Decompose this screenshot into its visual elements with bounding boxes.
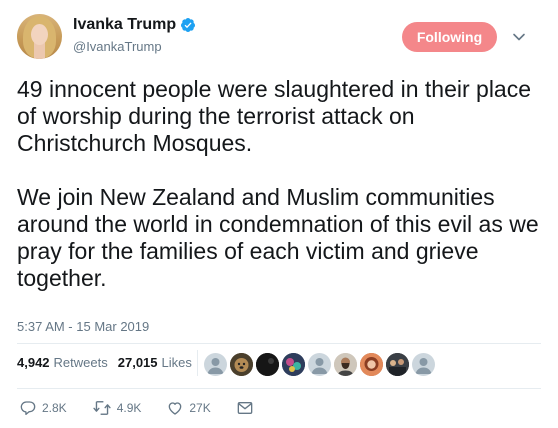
liker-avatar[interactable] [386, 353, 409, 376]
divider-top [17, 343, 541, 344]
name-row: Ivanka Trump [73, 16, 196, 34]
user-handle[interactable]: @IvankaTrump [73, 39, 162, 54]
liker-avatar[interactable] [308, 353, 331, 376]
heart-icon [169, 402, 182, 415]
liker-avatar[interactable] [230, 353, 253, 376]
user-avatar[interactable] [17, 14, 62, 59]
likes-label[interactable]: Likes [162, 355, 192, 370]
tweet-timestamp[interactable]: 5:37 AM - 15 Mar 2019 [17, 319, 149, 334]
liker-avatar[interactable] [282, 353, 305, 376]
liker-avatar[interactable] [204, 353, 227, 376]
following-button[interactable]: Following [402, 22, 497, 52]
tweet-actions: 2.8K 4.9K 27K [20, 400, 285, 416]
verified-badge-icon [181, 18, 196, 32]
chevron-down-icon[interactable] [512, 30, 526, 44]
stats-separator [197, 350, 198, 376]
woman-photo-icon [360, 353, 383, 376]
tweet-stats: 4,942 Retweets 27,015 Likes [17, 355, 202, 370]
display-name[interactable]: Ivanka Trump [73, 16, 176, 34]
liker-avatars [204, 353, 438, 376]
reply-action[interactable]: 2.8K [20, 400, 67, 416]
reply-icon [20, 401, 36, 415]
tweet-card: Ivanka Trump @IvankaTrump Following 49 i… [0, 0, 558, 428]
colorful-photo-icon [282, 353, 305, 376]
retweets-count[interactable]: 4,942 [17, 355, 50, 370]
liker-avatar[interactable] [334, 353, 357, 376]
envelope-icon [237, 402, 253, 414]
man-photo-icon [334, 353, 357, 376]
group-photo-icon [386, 353, 409, 376]
like-count: 27K [189, 401, 211, 415]
default-avatar-icon [311, 358, 328, 374]
default-avatar-icon [207, 358, 224, 374]
liker-avatar[interactable] [412, 353, 435, 376]
likes-count[interactable]: 27,015 [118, 355, 158, 370]
reply-count: 2.8K [42, 401, 67, 415]
retweet-action[interactable]: 4.9K [93, 400, 142, 416]
dark-photo-icon [256, 353, 279, 376]
divider-bottom [17, 388, 541, 389]
liker-avatar[interactable] [256, 353, 279, 376]
like-action[interactable]: 27K [167, 400, 211, 416]
direct-message-action[interactable] [237, 401, 259, 415]
retweet-count: 4.9K [116, 401, 142, 415]
retweets-label[interactable]: Retweets [54, 355, 108, 370]
avatar-face [31, 24, 48, 45]
liker-avatar[interactable] [360, 353, 383, 376]
retweet-icon [93, 401, 111, 415]
default-avatar-icon [415, 358, 432, 374]
dog-photo-icon [230, 353, 253, 376]
tweet-text: 49 innocent people were slaughtered in t… [17, 76, 539, 291]
